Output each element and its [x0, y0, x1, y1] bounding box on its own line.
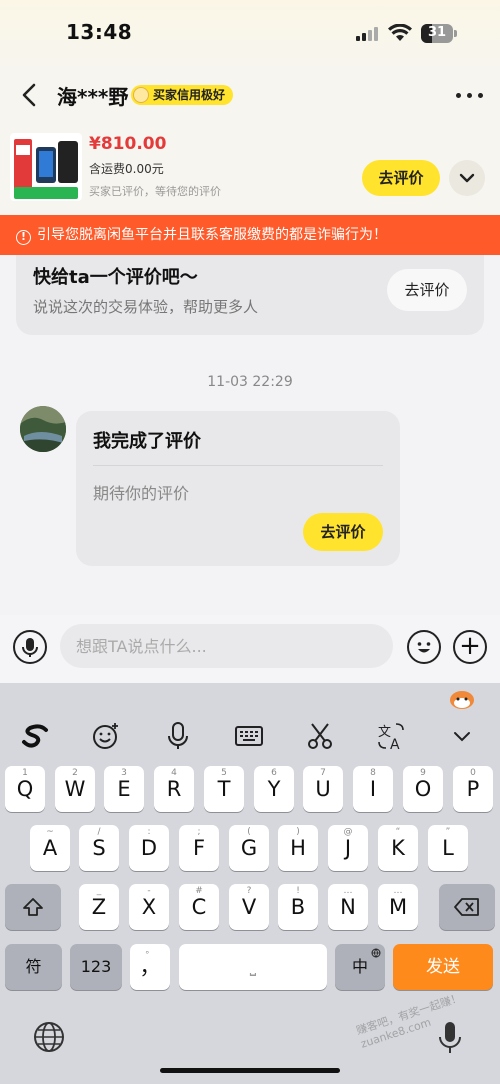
- mascot-icon[interactable]: [449, 688, 475, 710]
- key-z[interactable]: _ Z: [79, 884, 119, 930]
- shift-key[interactable]: [5, 884, 61, 930]
- chevron-down-icon[interactable]: [446, 720, 478, 752]
- shift-icon: [23, 898, 43, 916]
- language-key[interactable]: 中: [335, 944, 385, 990]
- warning-text: 引导您脱离闲鱼平台并且联系客服缴费的都是诈骗行为！: [37, 227, 387, 243]
- globe-icon[interactable]: [32, 1020, 66, 1054]
- emoji-icon[interactable]: [407, 630, 441, 664]
- warning-icon: !: [16, 230, 31, 245]
- dictation-mic-icon[interactable]: [437, 1020, 463, 1056]
- avatar[interactable]: [20, 406, 66, 452]
- order-status: 买家已评价，等待您的评价: [89, 185, 221, 198]
- key-e[interactable]: 3E: [104, 766, 144, 812]
- product-thumbnail[interactable]: [10, 133, 82, 201]
- delete-key[interactable]: [439, 884, 495, 930]
- key-x[interactable]: -X: [129, 884, 169, 930]
- symbol-key[interactable]: 符: [5, 944, 62, 990]
- key-i[interactable]: 8I: [353, 766, 393, 812]
- key-o[interactable]: 9O: [403, 766, 443, 812]
- mic-icon[interactable]: [162, 720, 194, 752]
- sogou-logo-icon[interactable]: [20, 720, 52, 752]
- review-button[interactable]: 去评价: [362, 160, 440, 196]
- key-g[interactable]: (G: [229, 825, 269, 871]
- key-r[interactable]: 4R: [154, 766, 194, 812]
- cellular-signal-icon: [356, 27, 380, 41]
- key-b[interactable]: ! B: [278, 884, 318, 930]
- divider: [93, 465, 383, 466]
- message-title: 我完成了评价: [93, 431, 201, 452]
- space-key[interactable]: ⎵: [179, 944, 327, 990]
- credit-badge-label: 买家信用极好: [153, 88, 226, 102]
- key-m[interactable]: … M: [378, 884, 418, 930]
- message-timestamp: 11-03 22:29: [207, 374, 293, 390]
- plus-icon[interactable]: +: [453, 630, 487, 664]
- credit-face-icon: [133, 87, 149, 103]
- number-key[interactable]: 123: [70, 944, 122, 990]
- battery-icon: 31: [421, 24, 457, 43]
- status-time: 13:48: [66, 20, 133, 44]
- key-f[interactable]: ; F: [179, 825, 219, 871]
- chevron-down-icon[interactable]: [449, 160, 485, 196]
- evaluate-button[interactable]: 去评价: [387, 269, 467, 311]
- fraud-warning-banner: ! 引导您脱离闲鱼平台并且联系客服缴费的都是诈骗行为！: [0, 215, 500, 255]
- message-review-button[interactable]: 去评价: [303, 513, 383, 551]
- key-l[interactable]: ” L: [428, 825, 468, 871]
- home-indicator: [160, 1068, 340, 1073]
- evaluation-subtitle: 说说这次的交易体验，帮助更多人: [33, 298, 259, 316]
- key-q[interactable]: 1Q: [5, 766, 45, 812]
- key-j[interactable]: @ J: [328, 825, 368, 871]
- key-k[interactable]: “K: [378, 825, 418, 871]
- key-v[interactable]: ? V: [229, 884, 269, 930]
- key-u[interactable]: 7U: [303, 766, 343, 812]
- seller-name[interactable]: 海***野: [57, 81, 128, 110]
- evaluation-title: 快给ta一个评价吧～: [33, 267, 198, 288]
- key-c[interactable]: # C: [179, 884, 219, 930]
- key-a[interactable]: ~ A: [30, 825, 70, 871]
- emoji-icon[interactable]: [90, 720, 122, 752]
- key-d[interactable]: :D: [129, 825, 169, 871]
- key-t[interactable]: 5T: [204, 766, 244, 812]
- key-h[interactable]: ) H: [278, 825, 318, 871]
- voice-input-icon[interactable]: [13, 630, 47, 664]
- globe-small-icon: [371, 948, 381, 958]
- key-p[interactable]: 0P: [453, 766, 493, 812]
- wifi-icon: [388, 24, 412, 41]
- battery-level: 31: [427, 25, 447, 40]
- more-icon[interactable]: [456, 93, 484, 99]
- scissors-icon[interactable]: [304, 720, 336, 752]
- message-body: 期待你的评价: [93, 484, 190, 503]
- back-icon[interactable]: [18, 80, 42, 110]
- translate-icon[interactable]: 文 A: [375, 720, 407, 752]
- product-price: ¥810.00: [89, 134, 167, 154]
- comma-key[interactable]: 。，: [130, 944, 170, 990]
- message-input[interactable]: [60, 624, 393, 668]
- key-w[interactable]: 2W: [55, 766, 95, 812]
- svg-text:A: A: [390, 737, 400, 752]
- key-y[interactable]: 6Y: [254, 766, 294, 812]
- key-s[interactable]: / S: [79, 825, 119, 871]
- key-n[interactable]: … N: [328, 884, 368, 930]
- shipping-fee: 含运费0.00元: [89, 162, 164, 176]
- keyboard-icon[interactable]: [233, 720, 265, 752]
- credit-badge: 买家信用极好: [131, 85, 234, 105]
- backspace-icon: [454, 898, 479, 916]
